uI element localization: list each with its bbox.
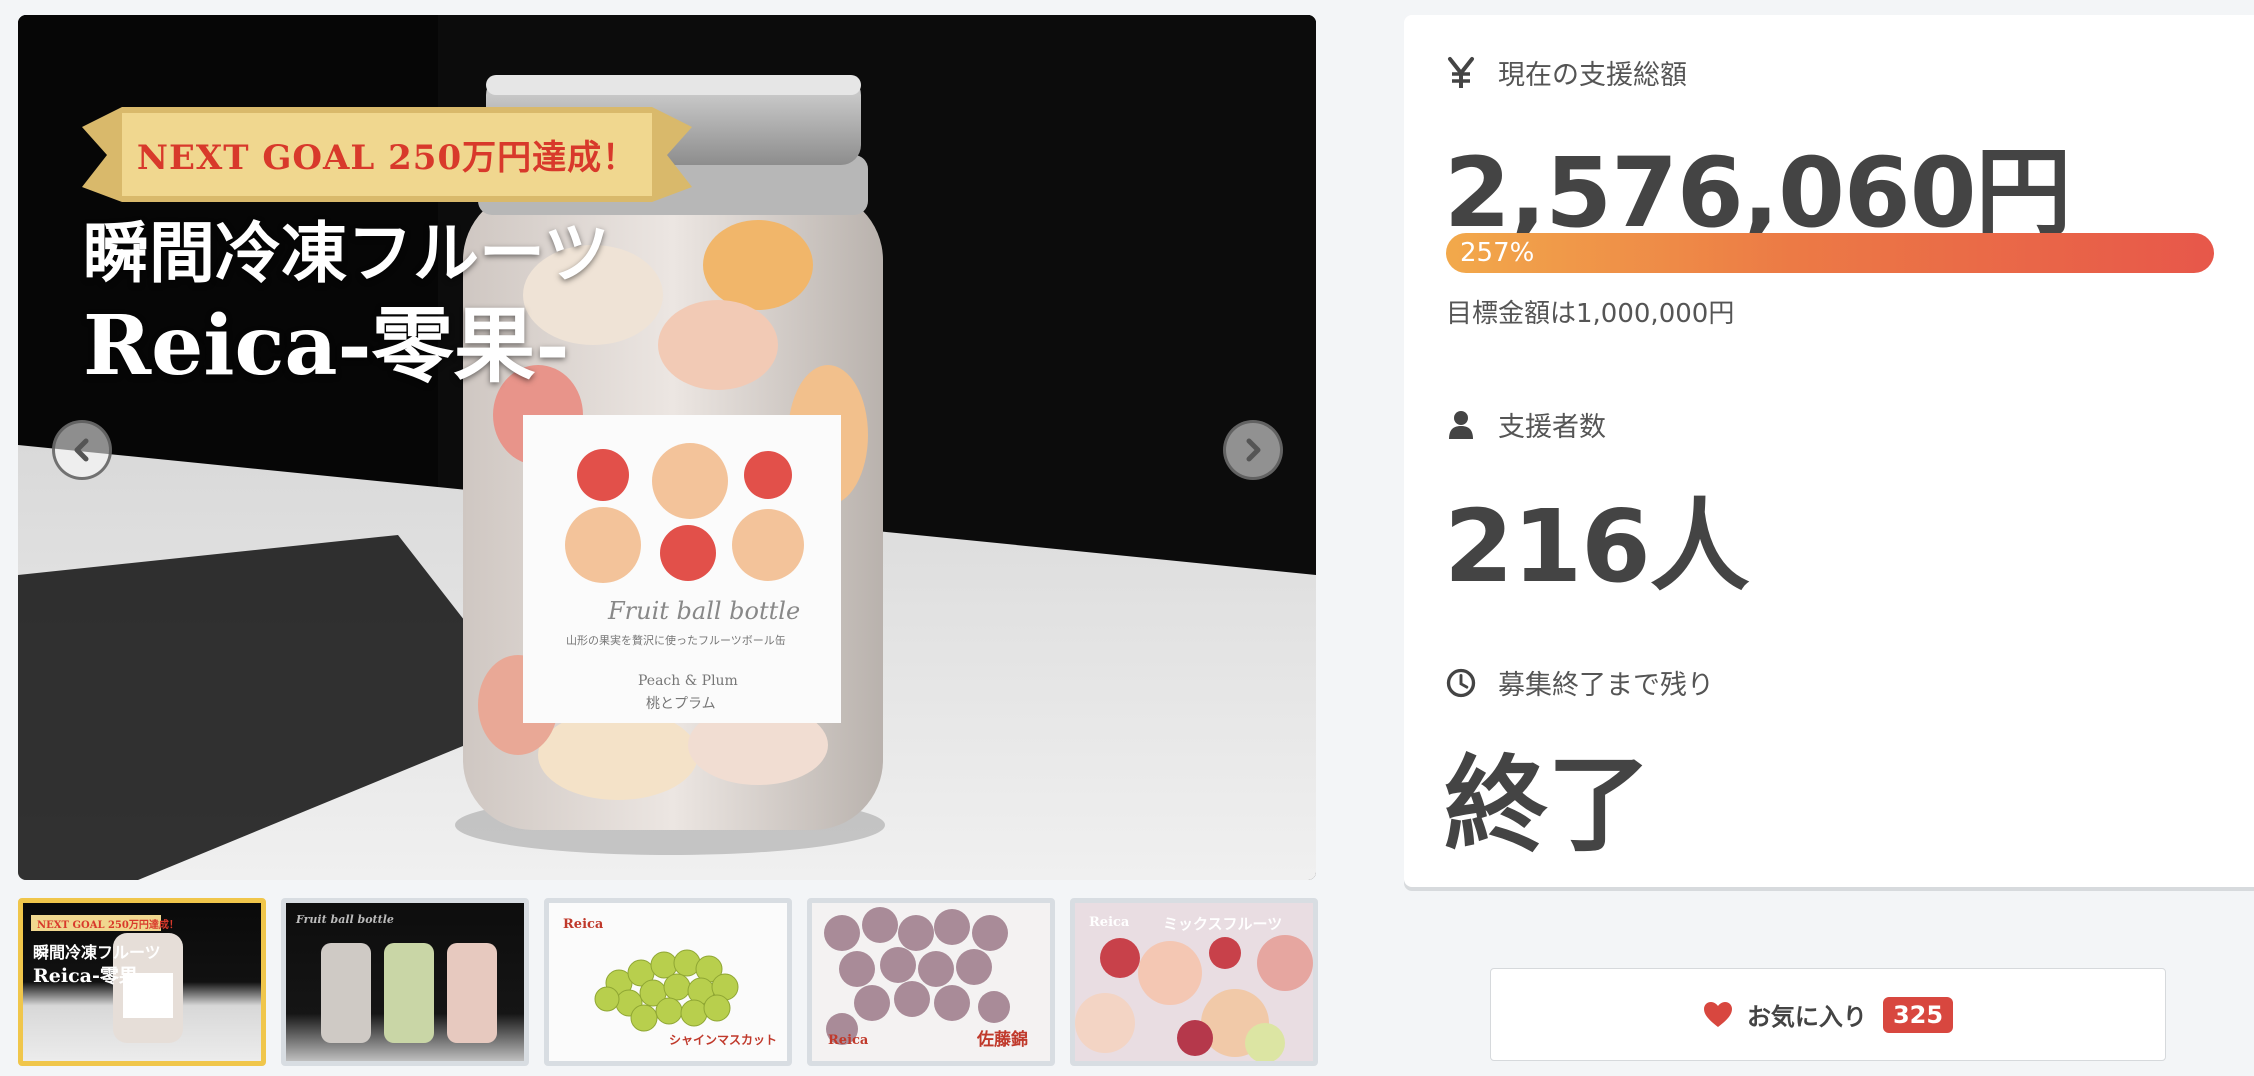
hero-title: 瞬間冷凍フルーツ Reica-零果- — [83, 210, 610, 396]
favorite-label: お気に入り — [1746, 1003, 1867, 1031]
jar-label-sub: 山形の果実を贅沢に使ったフルーツボール缶 — [566, 634, 786, 647]
hero-title-line1: 瞬間冷凍フルーツ — [83, 214, 610, 292]
goal-amount-text: 目標金額は1,000,000円 — [1446, 299, 1735, 329]
remaining-header: 募集終了まで残り — [1446, 663, 1714, 702]
carousel-next-button[interactable] — [1223, 420, 1283, 480]
thumbnail-3-caption: シャインマスカット — [669, 1033, 778, 1047]
thumbnail-5[interactable]: Reica ミックスフルーツ — [1070, 898, 1318, 1066]
thumbnail-4-caption: 佐藤錦 — [977, 1030, 1028, 1050]
thumbnail-1-line1: 瞬間冷凍フルーツ — [33, 943, 161, 962]
user-icon — [1446, 408, 1476, 442]
thumbnail-2-caption: Fruit ball bottle — [296, 913, 394, 926]
funding-progress-percent: 257% — [1460, 238, 1535, 268]
supporters-header: 支援者数 — [1446, 405, 1606, 444]
remaining-label: 募集終了まで残り — [1498, 670, 1714, 701]
favorite-count: 325 — [1882, 996, 1954, 1033]
jar-label-script: Fruit ball bottle — [608, 597, 801, 625]
carousel-prev-button[interactable] — [52, 420, 112, 480]
thumbnail-1[interactable]: NEXT GOAL 250万円達成！ 瞬間冷凍フルーツ Reica-零果- — [18, 898, 266, 1066]
thumbnail-5-brand: Reica — [1089, 915, 1130, 930]
chevron-left-icon — [74, 438, 89, 462]
thumbnail-1-banner: NEXT GOAL 250万円達成！ — [37, 920, 179, 931]
funding-progress-bar: 257% — [1446, 233, 2214, 273]
supporters-value: 216人 — [1444, 488, 1750, 605]
supporters-label: 支援者数 — [1498, 412, 1606, 443]
chevron-right-icon — [1246, 438, 1261, 462]
total-amount-header: 現在の支援総額 — [1446, 53, 1687, 92]
jar-label-jp: 桃とプラム — [646, 696, 716, 712]
funding-stats-card: 現在の支援総額 2,576,060円 257% 目標金額は1,000,000円 … — [1404, 15, 2254, 887]
yen-icon — [1446, 56, 1476, 90]
goal-banner-text: NEXT GOAL 250万円達成！ — [136, 138, 638, 178]
thumbnail-4[interactable]: Reica 佐藤錦 — [807, 898, 1055, 1066]
heart-icon — [1703, 1002, 1732, 1027]
thumbnail-2[interactable]: Fruit ball bottle — [281, 898, 529, 1066]
jar-label-en: Peach & Plum — [638, 673, 738, 689]
total-amount-label: 現在の支援総額 — [1498, 60, 1687, 91]
favorite-button[interactable]: お気に入り 325 — [1490, 968, 2166, 1061]
thumbnail-1-line2: Reica-零果- — [33, 965, 146, 987]
hero-title-line2: Reica-零果- — [83, 298, 570, 394]
thumbnail-5-caption: ミックスフルーツ — [1163, 915, 1283, 933]
thumbnail-4-brand: Reica — [828, 1033, 869, 1048]
remaining-value: 終了 — [1444, 744, 1651, 866]
thumbnail-3-brand: Reica — [563, 917, 604, 932]
thumbnail-3[interactable]: Reica シャインマスカット — [544, 898, 792, 1066]
main-product-image: Fruit ball bottle 山形の果実を贅沢に使ったフルーツボール缶 P… — [18, 15, 1316, 880]
clock-icon — [1446, 666, 1476, 700]
